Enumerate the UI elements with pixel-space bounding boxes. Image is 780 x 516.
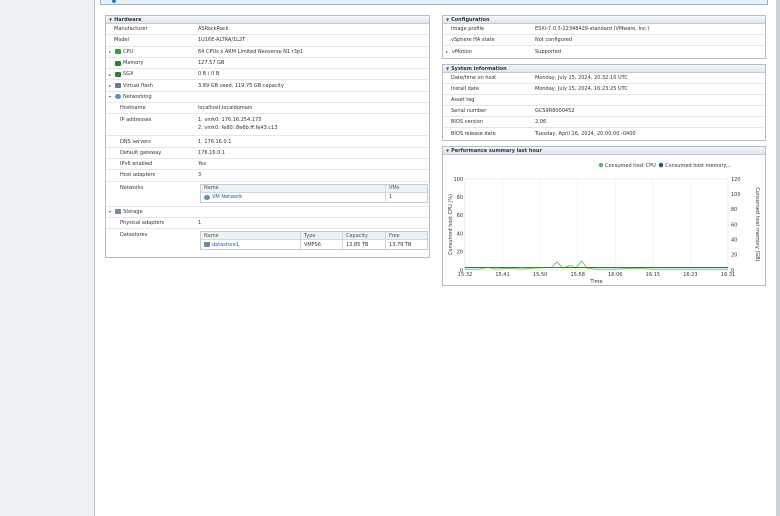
row-cpu[interactable]: ▸ CPU 64 CPUs x ARM Limited Neoverse N1 r3… bbox=[106, 47, 429, 58]
row-manufacturer: Manufacturer ASRockRack bbox=[106, 24, 429, 36]
legend-label: Consumed host CPU bbox=[605, 163, 656, 169]
y-tick-label: 20 bbox=[457, 250, 463, 256]
y-tick-label: 100 bbox=[453, 177, 463, 183]
y-axis-label: Consumed host CPU (%) bbox=[448, 194, 454, 255]
row-bios-date: BIOS release date Tuesday, April 16, 2024… bbox=[451, 130, 636, 137]
table-row[interactable]: VM Network 1 bbox=[201, 192, 427, 202]
y-tick-label: 0 bbox=[460, 268, 463, 274]
row-physical-adapters: Physical adapters 1 bbox=[106, 218, 429, 230]
collapse-icon[interactable]: ▾ bbox=[109, 209, 111, 214]
expand-icon[interactable]: ▸ bbox=[109, 83, 111, 88]
y2-axis-label: Consumed host memory (GB) bbox=[754, 187, 760, 261]
row-ipv6: IPv6 enabled Yes bbox=[106, 159, 429, 171]
collapse-icon: ▼ bbox=[446, 65, 450, 71]
row-image-profile: Image profile ESXi-7.0.3-22348429-standar… bbox=[443, 24, 765, 35]
legend-marker bbox=[658, 162, 664, 168]
network-icon bbox=[204, 194, 210, 200]
row-asset-tag: Asset tag bbox=[443, 95, 765, 106]
y2-tick-label: 40 bbox=[731, 237, 737, 243]
row-storage[interactable]: ▾ Storage bbox=[106, 207, 429, 218]
network-icon bbox=[115, 94, 122, 100]
flash-icon bbox=[115, 83, 122, 89]
info-banner bbox=[100, 0, 768, 5]
expand-icon[interactable]: ▸ bbox=[109, 72, 111, 77]
row-networks: Networks Name VMs VM Network 1 bbox=[106, 182, 429, 207]
performance-chart: 15:32 15:41 15:50 15:58 16:06 16:15 16:23 16:31… bbox=[448, 162, 760, 285]
row-datastores: Datastores Name Type Capacity Free datas… bbox=[106, 229, 429, 253]
row-memory: Memory 127.57 GB bbox=[106, 58, 429, 70]
y2-tick-label: 80 bbox=[731, 207, 737, 213]
storage-icon bbox=[115, 209, 122, 215]
configuration-header[interactable]: ▼ Configuration bbox=[443, 16, 765, 24]
row-dns: DNS servers 1. 176.16.0.1 bbox=[106, 136, 429, 148]
x-tick-label: 15:41 bbox=[495, 272, 509, 278]
row-virtual-flash[interactable]: ▸ Virtual flash 3.89 GB used, 119.75 GB ca… bbox=[106, 80, 429, 92]
datastores-table: Name Type Capacity Free datastore1 VMFS6… bbox=[200, 231, 428, 251]
configuration-panel: ▼ Configuration Image profile ESXi-7.0.3-2… bbox=[442, 15, 766, 59]
row-serial: Serial number GCS9R8000452 bbox=[443, 106, 765, 117]
y2-tick-label: 100 bbox=[731, 192, 741, 198]
y-tick-label: 60 bbox=[457, 213, 463, 219]
legend-label: Consumed host memory... bbox=[665, 163, 731, 169]
table-row[interactable]: datastore1 VMFS6 13.85 TB 13.79 TB bbox=[201, 240, 427, 250]
legend-marker bbox=[598, 162, 604, 168]
system-info-header[interactable]: ▼ System information bbox=[443, 65, 765, 73]
y2-tick-label: 120 bbox=[731, 177, 741, 183]
left-navigator bbox=[0, 0, 95, 516]
memory-icon bbox=[115, 60, 121, 66]
chip-icon bbox=[115, 71, 122, 77]
row-datetime: Date/time on host Monday, July 15, 2024, … bbox=[443, 73, 765, 84]
y2-tick-label: 0 bbox=[731, 268, 734, 274]
collapse-icon: ▼ bbox=[446, 16, 450, 22]
x-tick-label: 15:50 bbox=[533, 272, 547, 278]
row-hostname: Hostname localhost.localdomain bbox=[106, 103, 429, 115]
performance-panel: ▼ Performance summary last hour 15:32 15:4… bbox=[442, 146, 766, 286]
collapse-icon: ▼ bbox=[446, 147, 450, 153]
hardware-header[interactable]: ▼ Hardware bbox=[106, 16, 429, 24]
row-install-date: Install date Monday, July 15, 2024, 16:23… bbox=[443, 84, 765, 95]
row-vmotion[interactable]: ▸ vMotion Supported bbox=[443, 46, 765, 57]
cpu-icon bbox=[115, 49, 122, 55]
collapse-icon: ▼ bbox=[109, 16, 113, 22]
x-tick-label: 16:15 bbox=[646, 272, 660, 278]
row-host-adapters: Host adapters 3 bbox=[106, 170, 429, 182]
x-tick-label: 15:58 bbox=[571, 272, 585, 278]
row-ha-state: vSphere HA state Not configured bbox=[443, 35, 765, 46]
x-axis-label: Time bbox=[589, 279, 602, 285]
hardware-panel: ▼ Hardware Manufacturer ASRockRack Model 1U… bbox=[105, 15, 430, 258]
plot-area bbox=[464, 178, 729, 271]
expand-icon[interactable]: ▸ bbox=[446, 49, 448, 54]
performance-header[interactable]: ▼ Performance summary last hour bbox=[443, 147, 765, 155]
row-ip-addresses: IP addresses 1. vmk0: 176.16.254.173 2. vm… bbox=[106, 114, 429, 137]
x-tick-label: 16:23 bbox=[683, 272, 697, 278]
y-tick-label: 40 bbox=[457, 231, 463, 237]
row-gateway: Default gateway 176.16.0.1 bbox=[106, 148, 429, 159]
scrollbar-track[interactable] bbox=[776, 0, 780, 516]
networks-table: Name VMs VM Network 1 bbox=[200, 183, 428, 203]
row-model: Model 1U16E-ALTRA/1L2T bbox=[106, 35, 429, 47]
row-bios-version: BIOS version 2.06 bbox=[443, 117, 765, 128]
info-icon bbox=[112, 0, 116, 3]
collapse-icon[interactable]: ▾ bbox=[109, 94, 111, 99]
y2-tick-label: 60 bbox=[731, 222, 737, 228]
y-tick-label: 80 bbox=[457, 195, 463, 201]
row-sgx[interactable]: ▸ SGX 0 B / 0 B bbox=[106, 69, 429, 81]
x-tick-label: 16:06 bbox=[608, 272, 622, 278]
system-info-panel: ▼ System information Date/time on host Mon… bbox=[442, 64, 766, 141]
y2-tick-label: 20 bbox=[731, 253, 737, 259]
expand-icon[interactable]: ▸ bbox=[109, 49, 111, 54]
row-networking[interactable]: ▾ Networking bbox=[106, 92, 429, 104]
datastore-icon bbox=[204, 242, 210, 248]
